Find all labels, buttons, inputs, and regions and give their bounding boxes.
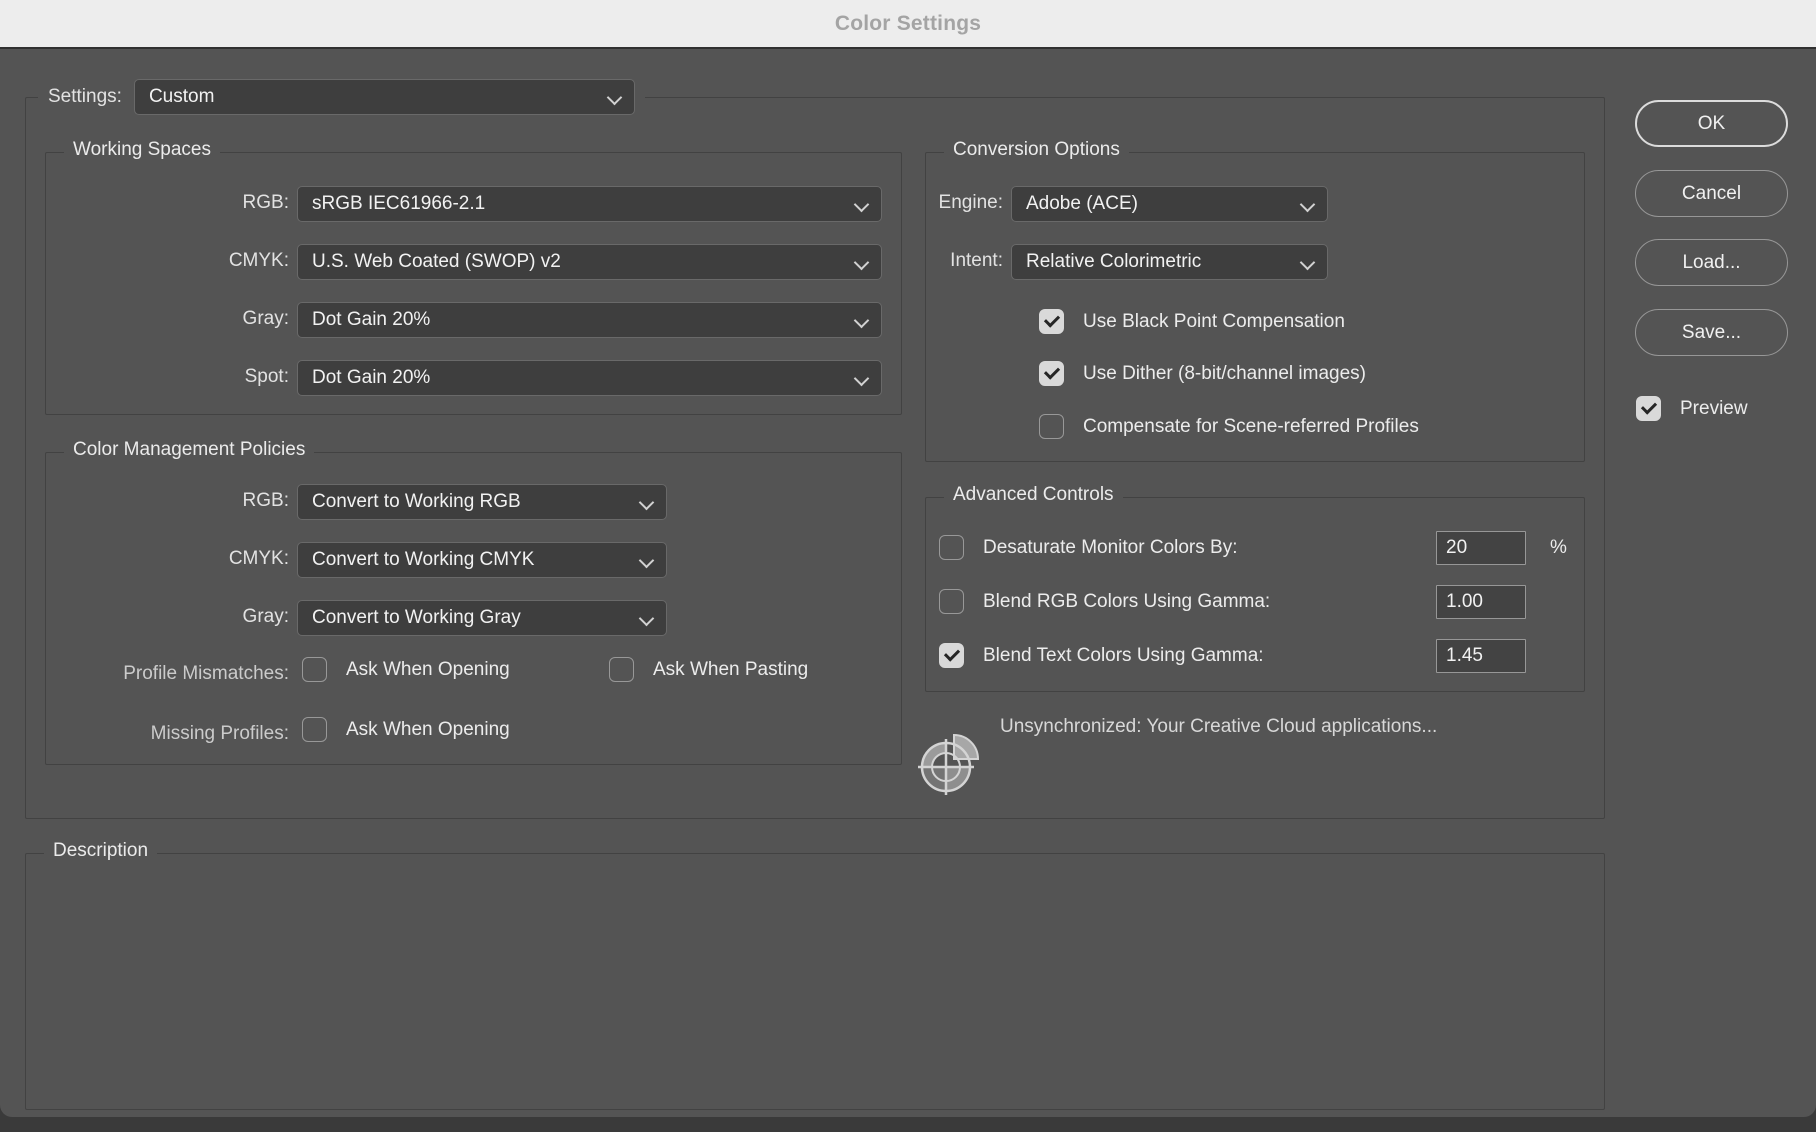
blend-text-gamma-input[interactable] (1436, 639, 1526, 673)
chevron-down-icon (853, 196, 870, 213)
blend-text-gamma-checkbox[interactable] (939, 643, 964, 668)
profile-mismatches-ask-pasting-checkbox[interactable] (609, 657, 634, 682)
cancel-button[interactable]: Cancel (1635, 170, 1788, 217)
chevron-down-icon (1299, 196, 1316, 213)
cmp-cmyk-value: Convert to Working CMYK (312, 549, 535, 570)
sync-status-text: Unsynchronized: Your Creative Cloud appl… (1000, 716, 1438, 737)
cmp-rgb-select[interactable]: Convert to Working RGB (297, 484, 667, 520)
ws-rgb-label: RGB: (242, 192, 289, 213)
use-black-point-compensation-label: Use Black Point Compensation (1083, 311, 1345, 332)
color-management-title: Color Management Policies (64, 439, 315, 461)
blend-rgb-gamma-label: Blend RGB Colors Using Gamma: (983, 591, 1271, 612)
blend-rgb-gamma-input[interactable] (1436, 585, 1526, 619)
ws-spot-value: Dot Gain 20% (312, 367, 431, 388)
cmp-cmyk-label: CMYK: (228, 548, 289, 569)
cmp-rgb-label: RGB: (242, 490, 289, 511)
ws-gray-select[interactable]: Dot Gain 20% (297, 302, 882, 338)
load-button[interactable]: Load... (1635, 239, 1788, 286)
chevron-down-icon (638, 552, 655, 569)
desaturate-monitor-input[interactable] (1436, 531, 1526, 565)
working-spaces-groupbox: Working Spaces RGB: sRGB IEC61966-2.1 CM… (45, 139, 902, 415)
description-groupbox: Description (25, 840, 1605, 1110)
chevron-down-icon (638, 610, 655, 627)
cmp-gray-select[interactable]: Convert to Working Gray (297, 600, 667, 636)
ws-spot-label: Spot: (244, 366, 289, 387)
blend-rgb-gamma-checkbox[interactable] (939, 589, 964, 614)
color-sync-icon (918, 733, 980, 795)
ws-rgb-select[interactable]: sRGB IEC61966-2.1 (297, 186, 882, 222)
ws-cmyk-label: CMYK: (228, 250, 289, 271)
dialog-title: Color Settings (834, 11, 982, 35)
color-management-groupbox: Color Management Policies RGB: Convert t… (45, 439, 902, 765)
ws-gray-label: Gray: (242, 308, 289, 329)
use-dither-checkbox[interactable] (1039, 361, 1064, 386)
chevron-down-icon (1299, 254, 1316, 271)
desaturate-monitor-suffix: % (1550, 537, 1567, 558)
compensate-scene-referred-label: Compensate for Scene-referred Profiles (1083, 416, 1419, 437)
save-button[interactable]: Save... (1635, 309, 1788, 356)
profile-mismatches-ask-opening-label: Ask When Opening (346, 659, 510, 680)
desaturate-monitor-checkbox[interactable] (939, 535, 964, 560)
engine-label: Engine: (938, 192, 1003, 213)
missing-profiles-ask-opening-label: Ask When Opening (346, 719, 510, 740)
advanced-controls-title: Advanced Controls (944, 484, 1123, 506)
compensate-scene-referred-checkbox[interactable] (1039, 414, 1064, 439)
settings-preset-select[interactable]: Custom (133, 79, 635, 115)
conversion-options-title: Conversion Options (944, 139, 1129, 161)
chevron-down-icon (853, 312, 870, 329)
description-content (46, 870, 1584, 1093)
chevron-down-icon (853, 254, 870, 271)
dialog-titlebar: Color Settings (0, 0, 1816, 49)
ws-rgb-value: sRGB IEC61966-2.1 (312, 193, 486, 214)
ws-cmyk-select[interactable]: U.S. Web Coated (SWOP) v2 (297, 244, 882, 280)
color-settings-dialog: Color Settings Settings: Custom Working … (0, 0, 1816, 1117)
intent-value: Relative Colorimetric (1026, 251, 1202, 272)
cmp-rgb-value: Convert to Working RGB (312, 491, 521, 512)
engine-select[interactable]: Adobe (ACE) (1011, 186, 1328, 222)
settings-row: Settings: Custom (38, 78, 645, 116)
chevron-down-icon (853, 370, 870, 387)
ok-button[interactable]: OK (1635, 100, 1788, 147)
use-black-point-compensation-checkbox[interactable] (1039, 309, 1064, 334)
use-dither-label: Use Dither (8-bit/channel images) (1083, 363, 1367, 384)
chevron-down-icon (638, 494, 655, 511)
cmp-gray-label: Gray: (242, 606, 289, 627)
profile-mismatches-ask-pasting-label: Ask When Pasting (653, 659, 809, 680)
blend-text-gamma-label: Blend Text Colors Using Gamma: (983, 645, 1264, 666)
engine-value: Adobe (ACE) (1026, 193, 1138, 214)
missing-profiles-ask-opening-checkbox[interactable] (302, 717, 327, 742)
intent-label: Intent: (950, 250, 1003, 271)
advanced-controls-groupbox: Advanced Controls Desaturate Monitor Col… (925, 484, 1585, 692)
ws-cmyk-value: U.S. Web Coated (SWOP) v2 (312, 251, 561, 272)
conversion-options-groupbox: Conversion Options Engine: Adobe (ACE) I… (925, 139, 1585, 462)
preview-checkbox[interactable] (1636, 396, 1661, 421)
missing-profiles-label: Missing Profiles: (150, 723, 289, 744)
working-spaces-title: Working Spaces (64, 139, 220, 161)
cmp-cmyk-select[interactable]: Convert to Working CMYK (297, 542, 667, 578)
preview-label: Preview (1680, 398, 1748, 419)
description-title: Description (44, 840, 158, 862)
desaturate-monitor-label: Desaturate Monitor Colors By: (983, 537, 1238, 558)
cmp-gray-value: Convert to Working Gray (312, 607, 521, 628)
intent-select[interactable]: Relative Colorimetric (1011, 244, 1328, 280)
settings-label: Settings: (48, 86, 122, 107)
profile-mismatches-ask-opening-checkbox[interactable] (302, 657, 327, 682)
chevron-down-icon (606, 89, 623, 106)
settings-preset-value: Custom (148, 86, 215, 107)
ws-gray-value: Dot Gain 20% (312, 309, 431, 330)
ws-spot-select[interactable]: Dot Gain 20% (297, 360, 882, 396)
profile-mismatches-label: Profile Mismatches: (123, 663, 289, 684)
